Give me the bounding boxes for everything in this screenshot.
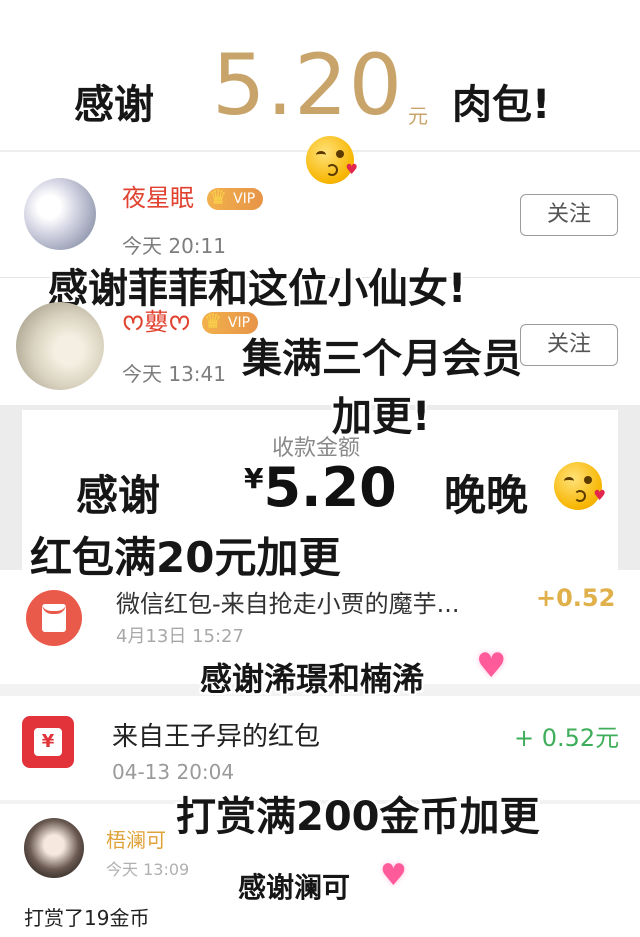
post-header: ᰔ蘡ᰔ ♛ VIP	[122, 302, 259, 341]
reward-username[interactable]: 梧澜可	[106, 824, 166, 853]
follow-button[interactable]: 关注	[520, 194, 618, 236]
red-envelope-icon	[26, 590, 82, 646]
caption-three-month: 集满三个月会员	[242, 336, 522, 382]
red-packet-icon: ¥	[22, 716, 74, 768]
transaction-amount: +0.52	[536, 584, 616, 612]
gift-amount: 5.20	[212, 36, 404, 134]
kiss-emoji-icon: ♥	[306, 136, 358, 184]
post-time: 今天 13:41	[122, 362, 226, 386]
post-time: 今天 20:11	[122, 234, 226, 258]
vip-badge: ♛ VIP	[207, 185, 264, 210]
post-header: 夜星眠 ♛ VIP	[122, 178, 264, 213]
top-thanks: 感谢	[74, 82, 154, 128]
receipt-amount-value: 5.20	[263, 456, 397, 519]
caption-gold-goal: 打赏满200金币加更	[176, 794, 540, 840]
gift-item: 肉包!	[452, 82, 551, 128]
avatar[interactable]	[24, 818, 84, 878]
transaction-amount: + 0.52元	[514, 724, 620, 752]
caption-thanks: 感谢	[76, 471, 161, 520]
caption-wanwan: 晚晚	[444, 471, 529, 520]
receipt-amount: ¥5.20	[244, 456, 397, 519]
heart-emoji-icon: ♥	[380, 858, 407, 893]
follow-button[interactable]: 关注	[520, 324, 618, 366]
currency-symbol: ¥	[244, 462, 264, 495]
reward-time: 今天 13:09	[106, 860, 190, 879]
kiss-emoji-icon: ♥	[554, 462, 606, 510]
username[interactable]: 夜星眠	[122, 184, 194, 212]
transaction-title[interactable]: 来自王子异的红包	[112, 716, 320, 753]
heart-emoji-icon: ♥	[476, 646, 507, 686]
reward-text: 打赏了19金币	[24, 906, 150, 930]
caption-thanks-xi: 感谢浠璟和楠浠	[200, 660, 425, 698]
username[interactable]: ᰔ蘡ᰔ	[122, 308, 191, 336]
avatar[interactable]	[16, 302, 104, 390]
gift-unit: 元	[408, 104, 428, 128]
caption-thanks-lanke: 感谢澜可	[238, 871, 351, 904]
crown-icon: ♛	[203, 309, 222, 333]
transaction-title[interactable]: 微信红包-来自抢走小贾的魔芋...	[116, 584, 460, 619]
caption-redpack-goal: 红包满20元加更	[30, 533, 341, 582]
transaction-time: 4月13日 15:27	[116, 626, 244, 647]
transaction-time: 04-13 20:04	[112, 760, 235, 784]
avatar[interactable]	[24, 178, 96, 250]
crown-icon: ♛	[209, 185, 228, 209]
